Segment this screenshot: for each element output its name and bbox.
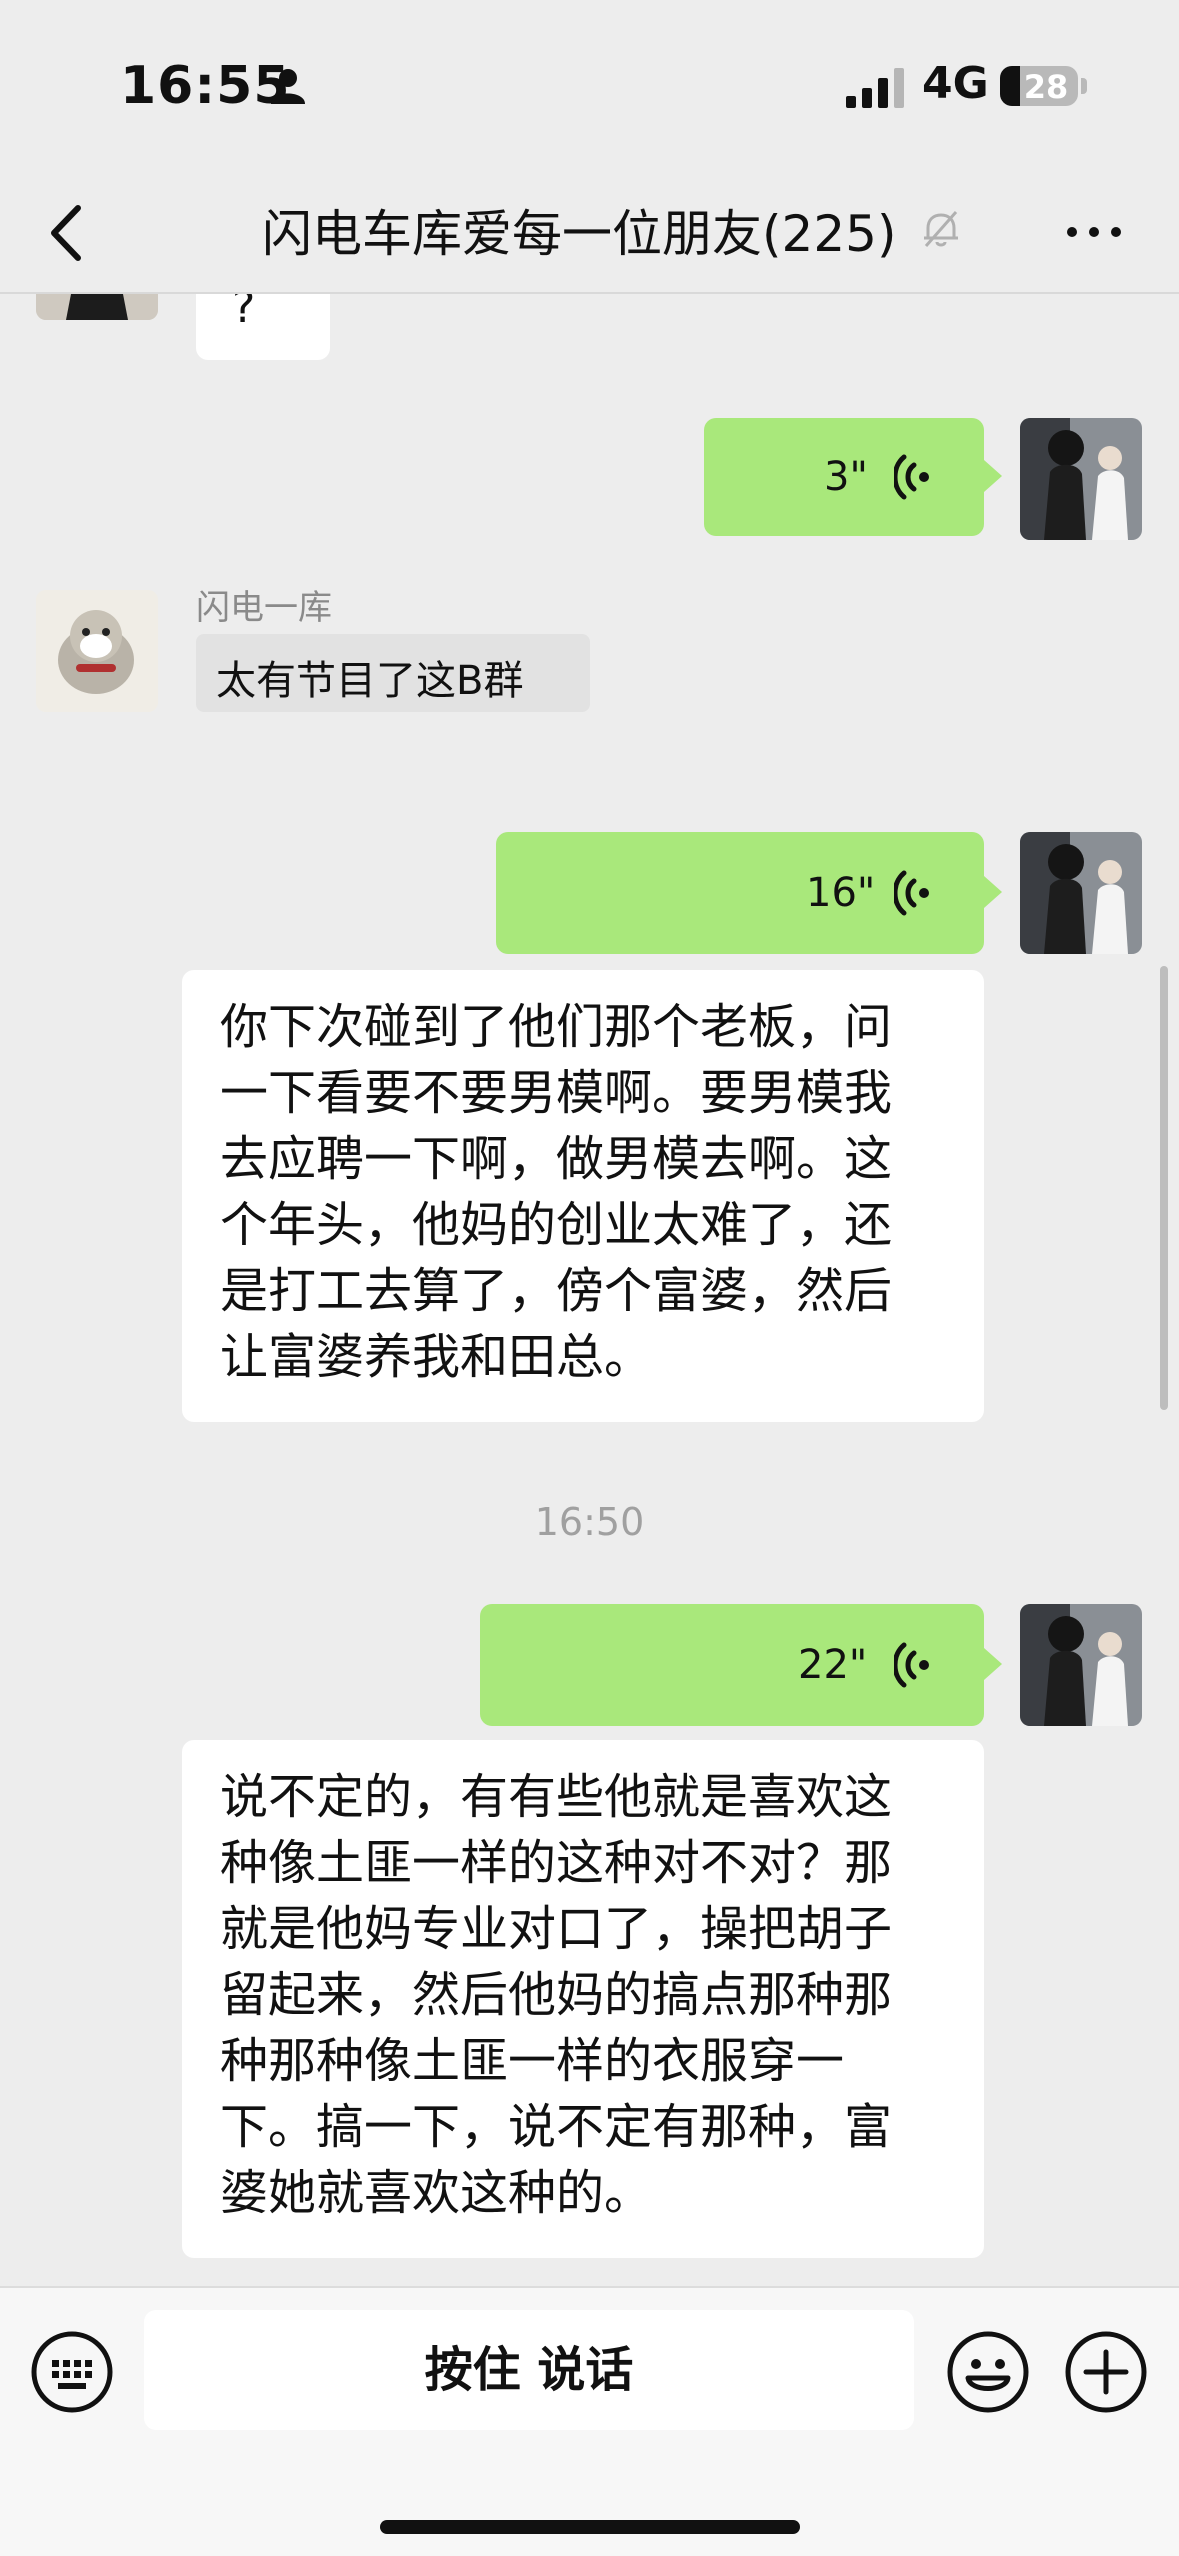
- transcript-line: 是打工去算了，傍个富婆，然后: [220, 1263, 893, 1319]
- bubble-tail: [984, 1648, 1002, 1680]
- voice-transcript-bubble[interactable]: 说不定的，有有些他就是喜欢这 种像土匪一样的这种对不对？那 就是他妈专业对口了，…: [182, 1740, 984, 2258]
- message-bubble[interactable]: 太有节目了这B群: [196, 634, 590, 712]
- voice-duration: 22": [798, 1642, 868, 1688]
- message-text: 太有节目了这B群: [216, 658, 524, 704]
- bubble-tail: [984, 460, 1002, 492]
- transcript-line: 就是他妈专业对口了，操把胡子: [220, 1901, 893, 1957]
- battery-cap: [1081, 78, 1087, 94]
- status-time: 16:55: [120, 56, 291, 116]
- back-chevron-icon[interactable]: [40, 198, 100, 268]
- transcript-line: 种像土匪一样的这种对不对？那: [220, 1835, 893, 1891]
- transcript-line: 个年头，他妈的创业太难了，还: [220, 1197, 893, 1253]
- more-options-icon[interactable]: [1064, 222, 1124, 242]
- message-list[interactable]: ? 3" 闪电一库 太有节目了这B群 16" 你下次碰到了他们那个老板，问 一下…: [0, 294, 1179, 2286]
- emoji-icon[interactable]: [946, 2330, 1030, 2414]
- battery-level: 28: [1023, 68, 1069, 106]
- transcript-line: 你下次碰到了他们那个老板，问: [220, 999, 893, 1055]
- sender-name: 闪电一库: [196, 588, 332, 628]
- signal-icon: [846, 68, 904, 108]
- network-type: 4G: [922, 58, 989, 109]
- timestamp: 16:50: [534, 1500, 645, 1544]
- bubble-tail: [984, 876, 1002, 908]
- self-avatar[interactable]: [1020, 832, 1142, 954]
- transcript-line: 一下看要不要男模啊。要男模我: [220, 1065, 893, 1121]
- transcript-line: 说不定的，有有些他就是喜欢这: [220, 1769, 893, 1825]
- message-text: ?: [232, 294, 256, 333]
- chat-title: 闪电车库爱每一位朋友(225): [262, 205, 897, 263]
- transcript-line: 下。搞一下，说不定有那种，富: [220, 2099, 893, 2155]
- voice-message-bubble[interactable]: 22": [480, 1604, 984, 1726]
- plus-icon[interactable]: [1064, 2330, 1148, 2414]
- transcript-line: 让富婆养我和田总。: [220, 1329, 653, 1385]
- avatar[interactable]: [36, 294, 158, 320]
- transcript-line: 种那种像土匪一样的衣服穿一: [220, 2033, 845, 2089]
- voice-wave-icon: [894, 454, 929, 500]
- scrollbar[interactable]: [1160, 966, 1168, 1410]
- voice-duration: 3": [824, 454, 868, 500]
- voice-duration: 16": [806, 870, 876, 916]
- voice-message-bubble[interactable]: 16": [496, 832, 984, 954]
- self-avatar[interactable]: [1020, 1604, 1142, 1726]
- chat-header: 闪电车库爱每一位朋友(225): [0, 170, 1179, 294]
- voice-wave-icon: [894, 870, 929, 916]
- voice-message-bubble[interactable]: 3": [704, 418, 984, 536]
- message-bubble[interactable]: ?: [196, 294, 330, 360]
- transcript-line: 婆她就喜欢这种的。: [220, 2165, 653, 2221]
- person-icon: [271, 69, 305, 104]
- self-avatar[interactable]: [1020, 418, 1142, 540]
- muted-bell-icon: [924, 211, 958, 247]
- transcript-line: 留起来，然后他妈的搞点那种那: [220, 1967, 893, 2023]
- avatar[interactable]: [36, 590, 158, 712]
- voice-wave-icon: [894, 1642, 929, 1688]
- transcript-line: 去应聘一下啊，做男模去啊。这: [220, 1131, 893, 1187]
- home-indicator[interactable]: [380, 2520, 800, 2534]
- input-bar: 按住 说话: [0, 2286, 1179, 2556]
- status-bar: 16:55 4G 28: [0, 0, 1179, 170]
- voice-transcript-bubble[interactable]: 你下次碰到了他们那个老板，问 一下看要不要男模啊。要男模我 去应聘一下啊，做男模…: [182, 970, 984, 1422]
- hold-to-talk-button[interactable]: 按住 说话: [144, 2310, 914, 2430]
- battery-icon: 28: [1000, 66, 1078, 106]
- keyboard-icon[interactable]: [30, 2330, 114, 2414]
